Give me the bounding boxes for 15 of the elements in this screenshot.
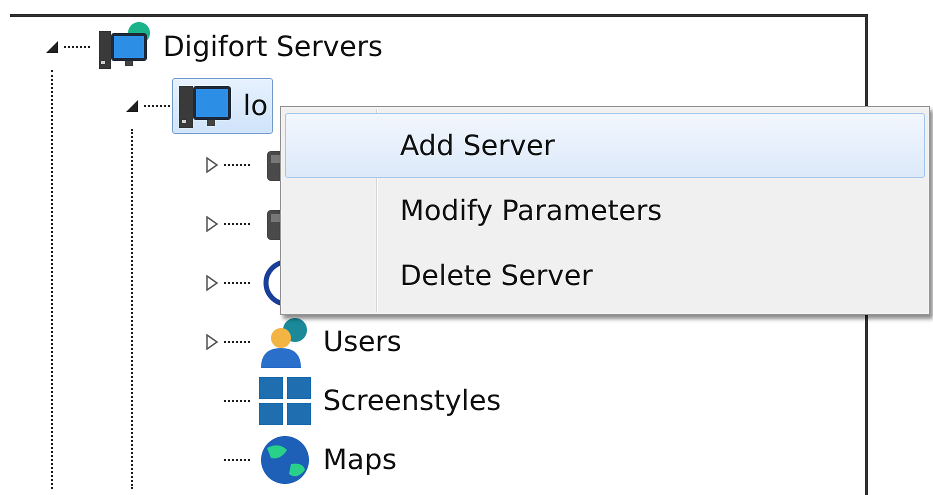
- menu-item[interactable]: Delete Server: [285, 243, 925, 308]
- tree-item[interactable]: Users: [252, 314, 406, 370]
- menu-item[interactable]: Modify Parameters: [285, 178, 925, 243]
- collapsed-arrow-icon[interactable]: [204, 274, 220, 290]
- tree-item[interactable]: Maps: [252, 432, 402, 488]
- tree-item[interactable]: lo: [172, 78, 273, 134]
- tree-item[interactable]: Digifort Servers: [92, 18, 388, 74]
- collapsed-arrow-icon[interactable]: [204, 216, 220, 232]
- menu-item[interactable]: Add Server: [285, 113, 925, 178]
- collapsed-arrow-icon[interactable]: [204, 334, 220, 350]
- collapsed-arrow-icon[interactable]: [204, 156, 220, 172]
- expanded-arrow-icon[interactable]: [124, 98, 140, 114]
- tree-item[interactable]: Screenstyles: [252, 372, 506, 428]
- expanded-arrow-icon[interactable]: [44, 38, 60, 54]
- grid-icon: [257, 374, 313, 426]
